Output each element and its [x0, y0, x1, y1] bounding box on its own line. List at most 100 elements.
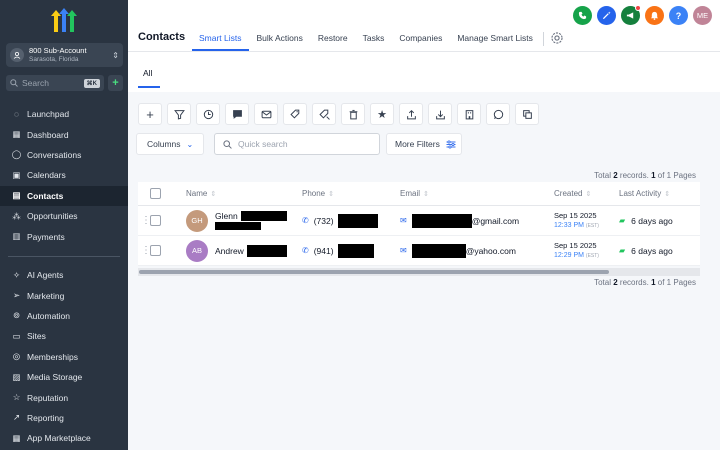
header-name[interactable]: Name ⇕ [186, 189, 302, 198]
shortcut-badge: ⌘K [83, 78, 100, 88]
sidebar-item-conversations[interactable]: ◯ Conversations [0, 145, 128, 165]
contact-avatar: AB [186, 239, 208, 262]
sliders-icon [446, 139, 456, 149]
sidebar-item-reputation[interactable]: ☆ Reputation [0, 387, 128, 407]
phone-icon: ✆ [302, 246, 309, 255]
quick-search-box[interactable] [214, 133, 380, 155]
sidebar-item-ai-agents[interactable]: ✧ AI Agents [0, 265, 128, 285]
send-sms-button[interactable] [225, 103, 249, 125]
row-checkbox[interactable] [150, 245, 161, 256]
bell-icon[interactable] [645, 6, 664, 25]
sidebar-item-dashboard[interactable]: ▦ Dashboard [0, 124, 128, 144]
sidebar-item-opportunities[interactable]: ⁂ Opportunities [0, 206, 128, 226]
table-row[interactable]: ⋮ AB Andrew ✆ (941) ✉ @yahoo.com Sep 15 … [138, 236, 700, 266]
merge-button[interactable] [515, 103, 539, 125]
mail-icon: ✉ [400, 246, 407, 255]
help-icon[interactable]: ? [669, 6, 688, 25]
smart-list-tabs: All [128, 52, 720, 92]
tab-bulk-actions[interactable]: Bulk Actions [250, 27, 310, 51]
delete-button[interactable] [341, 103, 365, 125]
whatsapp-button[interactable] [486, 103, 510, 125]
sidebar-search[interactable]: Search ⌘K [6, 75, 104, 91]
sort-icon: ⇕ [585, 191, 592, 198]
sort-icon: ⇕ [210, 190, 217, 198]
header-email[interactable]: Email ⇕ [400, 189, 554, 198]
sidebar-item-label: Marketing [27, 290, 65, 301]
chevron-updown-icon: ⇕ [112, 50, 119, 60]
sidebar-item-memberships[interactable]: ◎ Memberships [0, 347, 128, 367]
row-menu-icon[interactable]: ⋮ [138, 215, 151, 226]
upload-icon [406, 109, 416, 119]
automation-button[interactable] [196, 103, 220, 125]
sidebar-item-label: Reporting [27, 412, 64, 423]
tab-manage-smart-lists[interactable]: Manage Smart Lists [450, 27, 540, 51]
scrollbar-thumb[interactable] [139, 270, 609, 274]
header-last-activity[interactable]: Last Activity ⇕ [619, 189, 699, 198]
header-phone[interactable]: Phone ⇕ [302, 189, 400, 198]
tag-add-icon [289, 109, 299, 119]
sidebar-item-payments[interactable]: ▥ Payments [0, 226, 128, 246]
sidebar-item-sites[interactable]: ▭ Sites [0, 326, 128, 346]
add-to-company-button[interactable] [457, 103, 481, 125]
sidebar-item-label: Launchpad [27, 109, 70, 120]
import-button[interactable] [428, 103, 452, 125]
tab-companies[interactable]: Companies [392, 27, 449, 51]
tab-smart-lists[interactable]: Smart Lists [192, 27, 249, 51]
horizontal-scrollbar[interactable] [138, 268, 700, 276]
sidebar-item-media-storage[interactable]: ▨ Media Storage [0, 367, 128, 387]
gear-icon[interactable] [550, 31, 564, 45]
quick-search-input[interactable] [238, 139, 368, 149]
created-date: Sep 15 2025 [554, 210, 597, 220]
phone-prefix[interactable]: (732) [314, 216, 334, 226]
sidebar-item-marketing[interactable]: ➢ Marketing [0, 285, 128, 305]
sidebar-nav-top: ◌ Launchpad ▦ Dashboard ◯ Conversations ▣ Calen… [0, 104, 128, 247]
sort-icon: ⇕ [328, 190, 335, 198]
sidebar-item-label: Reputation [27, 392, 69, 403]
quick-add-button[interactable]: + [108, 75, 123, 91]
export-button[interactable] [399, 103, 423, 125]
more-filters-button[interactable]: More Filters [386, 133, 462, 155]
contact-card-icon: ▤ [12, 190, 21, 201]
sidebar-item-contacts[interactable]: ▤ Contacts [0, 185, 128, 206]
megaphone-icon[interactable] [621, 5, 641, 25]
user-avatar[interactable]: ME [693, 6, 712, 25]
top-icons: ? ME [568, 5, 712, 25]
table-header: Name ⇕ Phone ⇕ Email ⇕ Created ⇕ Last Activi… [138, 182, 700, 206]
sidebar-item-label: Conversations [27, 149, 82, 160]
contact-first-name[interactable]: Glenn [215, 211, 238, 221]
magic-wand-icon[interactable] [597, 6, 616, 25]
rocket-icon: ◌ [13, 109, 20, 120]
account-switcher[interactable]: 800 Sub-Account Sarasota, Florida ⇕ [6, 43, 123, 67]
sidebar-item-reporting[interactable]: ↗ Reporting [0, 408, 128, 428]
sidebar-item-launchpad[interactable]: ◌ Launchpad [0, 104, 128, 124]
send-email-button[interactable] [254, 103, 278, 125]
tab-tasks[interactable]: Tasks [356, 27, 392, 51]
columns-button[interactable]: Columns ⌄ [136, 133, 204, 155]
email-domain[interactable]: @gmail.com [472, 216, 519, 226]
row-menu-icon[interactable]: ⋮ [138, 245, 151, 256]
table-row[interactable]: ⋮ GH Glenn ✆ (732) ✉ @gmail.com Sep 15 2… [138, 206, 700, 236]
email-domain[interactable]: @yahoo.com [466, 246, 516, 256]
add-tag-button[interactable] [283, 103, 307, 125]
mail-icon: ✉ [400, 216, 407, 225]
redacted-last-name [240, 211, 287, 221]
favorite-button[interactable]: ★ [370, 103, 394, 125]
created-time: 12:29 PM (EST) [554, 251, 599, 259]
phone-prefix[interactable]: (941) [314, 246, 334, 256]
phone-icon[interactable] [573, 6, 592, 25]
trend-icon: ↗ [12, 412, 21, 423]
sidebar-item-app-marketplace[interactable]: ▦ App Marketplace [0, 428, 128, 448]
add-contact-button[interactable]: + [138, 103, 162, 125]
app-logo-icon[interactable] [48, 8, 80, 34]
row-checkbox[interactable] [150, 215, 161, 226]
tab-restore[interactable]: Restore [311, 27, 355, 51]
tab-all[interactable]: All [138, 68, 160, 88]
select-all-checkbox[interactable] [150, 188, 161, 199]
header-created[interactable]: Created ⇕ [554, 189, 619, 198]
sidebar-item-calendars[interactable]: ▣ Calendars [0, 165, 128, 185]
filter-button[interactable] [167, 103, 191, 125]
sidebar-item-label: Payments [27, 231, 65, 242]
sidebar-item-automation[interactable]: ⊚ Automation [0, 306, 128, 326]
remove-tag-button[interactable] [312, 103, 336, 125]
contact-first-name[interactable]: Andrew [215, 246, 244, 256]
